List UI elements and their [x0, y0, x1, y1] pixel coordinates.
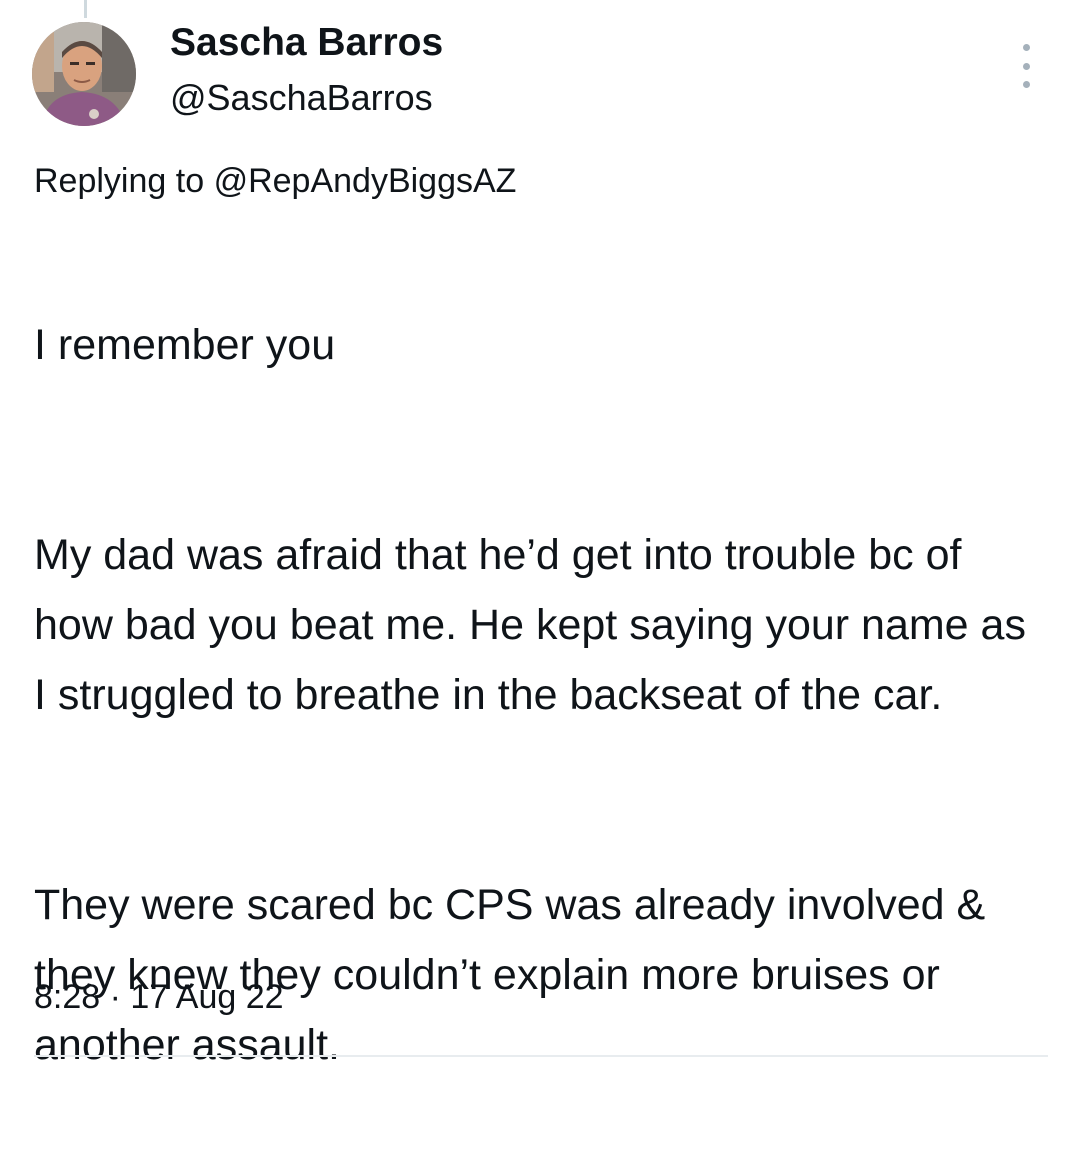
tweet-paragraph: I remember you [34, 321, 336, 369]
avatar[interactable] [32, 22, 136, 126]
author-handle[interactable]: @SaschaBarros [170, 76, 433, 120]
tweet-timestamp[interactable]: 8:28 · 17 Aug 22 [34, 972, 284, 1022]
divider [34, 1055, 1048, 1057]
tweet-paragraph: My dad was afraid that he’d get into tro… [34, 531, 1026, 719]
avatar-photo [32, 22, 136, 126]
thread-connector-line [84, 0, 87, 18]
author-display-name[interactable]: Sascha Barros [170, 20, 443, 66]
menu-dot [1022, 81, 1030, 88]
replying-to-prefix: Replying to [34, 162, 205, 200]
more-vertical-icon[interactable] [1008, 44, 1044, 88]
menu-dot [1022, 62, 1030, 70]
reply-mention-link[interactable]: @RepAndyBiggsAZ [214, 162, 517, 200]
menu-dot [1022, 44, 1030, 51]
replying-to-line: Replying to @RepAndyBiggsAZ [34, 158, 516, 204]
